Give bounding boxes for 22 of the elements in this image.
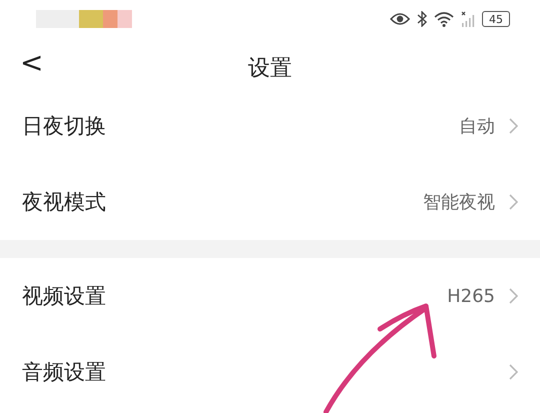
chevron-right-icon — [509, 118, 518, 134]
setting-label: 夜视模式 — [22, 189, 106, 216]
chevron-right-icon — [509, 194, 518, 210]
page-title: 设置 — [248, 55, 292, 83]
signal-icon — [461, 11, 475, 27]
settings-row[interactable]: 音频设置 — [0, 334, 540, 410]
setting-label: 视频设置 — [22, 283, 106, 310]
battery-level-text: 45 — [489, 14, 503, 24]
setting-label: 音频设置 — [22, 359, 106, 386]
setting-value: 智能夜视 — [423, 191, 495, 214]
wifi-icon — [434, 12, 454, 26]
bluetooth-icon — [417, 11, 427, 27]
setting-value: 自动 — [459, 115, 495, 138]
setting-value: H265 — [447, 286, 495, 306]
settings-row[interactable]: 日夜切换 自动 — [0, 88, 540, 164]
settings-row[interactable]: 视频设置 H265 — [0, 258, 540, 334]
back-button[interactable]: < — [14, 46, 50, 79]
chevron-right-icon — [509, 364, 518, 380]
eye-icon — [390, 12, 410, 26]
settings-row[interactable]: 夜视模式 智能夜视 — [0, 164, 540, 240]
setting-label: 日夜切换 — [22, 113, 106, 140]
chevron-right-icon — [509, 288, 518, 304]
